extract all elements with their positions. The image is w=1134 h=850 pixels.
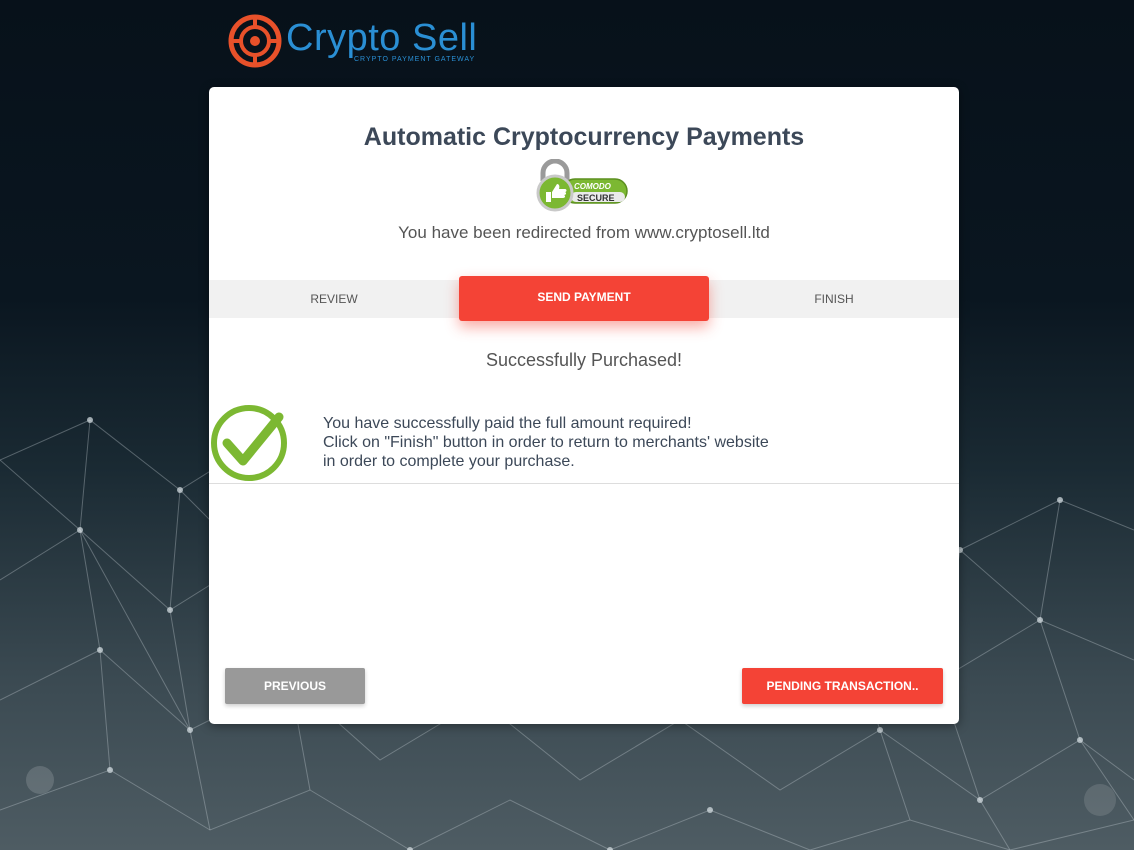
- crypto-sell-logo-icon: [228, 14, 282, 68]
- brand-tagline: CRYPTO PAYMENT GATEWAY: [354, 56, 476, 63]
- redirect-notice: You have been redirected from www.crypto…: [398, 223, 770, 242]
- badge-line2: SECURE: [577, 193, 615, 203]
- tab-send-payment[interactable]: SEND PAYMENT: [459, 276, 709, 321]
- previous-button[interactable]: PREVIOUS: [225, 668, 365, 704]
- pending-transaction-button[interactable]: PENDING TRANSACTION..: [742, 668, 943, 704]
- payment-card: Automatic Cryptocurrency Payments COMODO…: [209, 87, 959, 724]
- success-message-line: in order to complete your purchase.: [323, 453, 575, 470]
- wizard-steps: REVIEW FINISH SEND PAYMENT: [209, 276, 959, 321]
- badge-line1: COMODO: [574, 182, 612, 191]
- success-message-line: Click on "Finish" button in order to ret…: [323, 434, 769, 451]
- check-circle-icon: [211, 405, 287, 481]
- brand-logo[interactable]: Crypto Sell CRYPTO PAYMENT GATEWAY: [228, 12, 488, 70]
- divider: [209, 483, 959, 484]
- success-message: You have successfully paid the full amou…: [323, 414, 769, 471]
- page-title: Automatic Cryptocurrency Payments: [363, 123, 805, 151]
- success-message-line: You have successfully paid the full amou…: [323, 415, 692, 432]
- brand-name: Crypto Sell: [286, 17, 478, 59]
- comodo-secure-badge: COMODO SECURE: [536, 159, 628, 212]
- success-title: Successfully Purchased!: [485, 350, 683, 370]
- tab-finish[interactable]: FINISH: [709, 280, 959, 318]
- tab-review[interactable]: REVIEW: [209, 280, 459, 318]
